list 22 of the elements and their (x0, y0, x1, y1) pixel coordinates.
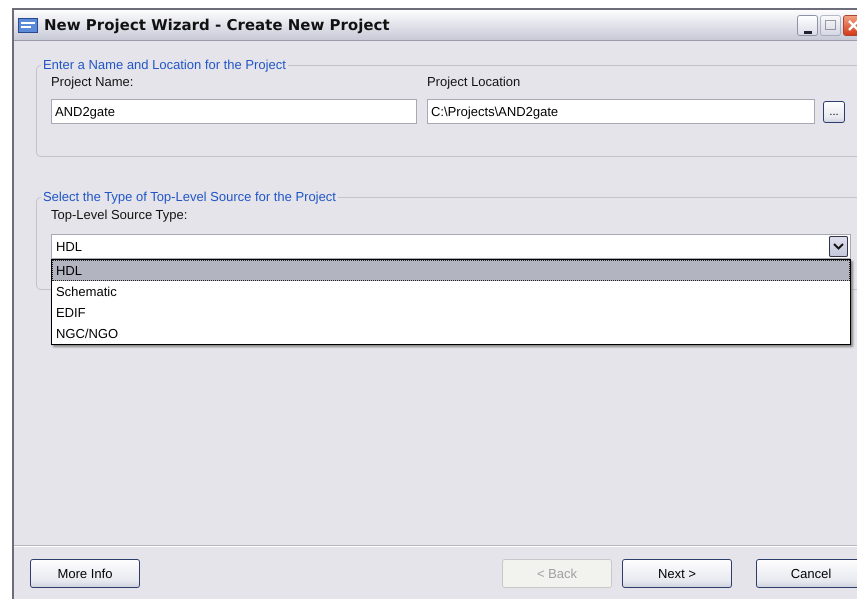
dropdown-option[interactable]: Schematic (52, 281, 850, 302)
close-icon (848, 20, 857, 30)
minimize-button[interactable] (797, 14, 818, 36)
dropdown-option[interactable]: EDIF (52, 302, 850, 323)
dropdown-option[interactable]: HDL (52, 260, 850, 281)
dropdown-option[interactable]: NGC/NGO (52, 323, 850, 344)
cancel-button[interactable]: Cancel (756, 558, 857, 588)
next-button[interactable]: Next > (622, 558, 732, 588)
browse-button[interactable]: ... (823, 100, 845, 122)
more-info-button[interactable]: More Info (30, 558, 140, 588)
name-field[interactable]: AND2gate (51, 99, 417, 124)
group-legend: Select the Type of Top-Level Source for the Project (41, 189, 338, 204)
minimize-icon (804, 28, 812, 34)
group-legend: Enter a Name and Location for the Project (41, 57, 288, 72)
window-title: New Project Wizard - Create New Project (44, 16, 391, 34)
field-label: Project Name: (51, 74, 134, 89)
app-logo-icon (18, 18, 38, 32)
field-label: Top-Level Source Type: (51, 207, 188, 222)
maximize-icon (825, 20, 836, 30)
location-field[interactable]: C:\Projects\AND2gate (427, 99, 815, 124)
field-label: Project Location (427, 74, 522, 89)
chevron-down-icon[interactable] (829, 236, 848, 257)
